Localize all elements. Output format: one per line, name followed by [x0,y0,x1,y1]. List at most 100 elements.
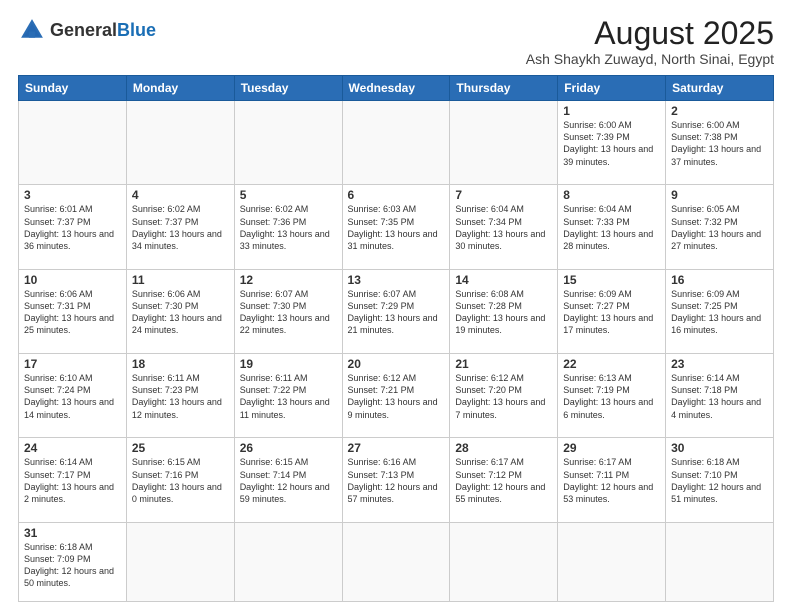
table-row [342,522,450,601]
header: GeneralBlue August 2025 Ash Shaykh Zuway… [18,16,774,67]
logo-blue-word: Blue [117,20,156,40]
table-row: 26Sunrise: 6:15 AM Sunset: 7:14 PM Dayli… [234,438,342,522]
table-row: 25Sunrise: 6:15 AM Sunset: 7:16 PM Dayli… [126,438,234,522]
table-row: 8Sunrise: 6:04 AM Sunset: 7:33 PM Daylig… [558,185,666,269]
day-number: 9 [671,188,768,202]
table-row: 10Sunrise: 6:06 AM Sunset: 7:31 PM Dayli… [19,269,127,353]
day-info: Sunrise: 6:12 AM Sunset: 7:20 PM Dayligh… [455,372,552,421]
day-info: Sunrise: 6:15 AM Sunset: 7:14 PM Dayligh… [240,456,337,505]
table-row: 5Sunrise: 6:02 AM Sunset: 7:36 PM Daylig… [234,185,342,269]
day-number: 6 [348,188,445,202]
table-row: 11Sunrise: 6:06 AM Sunset: 7:30 PM Dayli… [126,269,234,353]
logo-general-blue: GeneralBlue [50,21,156,39]
day-info: Sunrise: 6:12 AM Sunset: 7:21 PM Dayligh… [348,372,445,421]
table-row: 30Sunrise: 6:18 AM Sunset: 7:10 PM Dayli… [666,438,774,522]
day-number: 20 [348,357,445,371]
table-row [666,522,774,601]
table-row [19,101,127,185]
day-info: Sunrise: 6:06 AM Sunset: 7:31 PM Dayligh… [24,288,121,337]
table-row: 9Sunrise: 6:05 AM Sunset: 7:32 PM Daylig… [666,185,774,269]
day-info: Sunrise: 6:17 AM Sunset: 7:12 PM Dayligh… [455,456,552,505]
day-number: 18 [132,357,229,371]
day-info: Sunrise: 6:08 AM Sunset: 7:28 PM Dayligh… [455,288,552,337]
table-row: 16Sunrise: 6:09 AM Sunset: 7:25 PM Dayli… [666,269,774,353]
day-number: 31 [24,526,121,540]
table-row [234,101,342,185]
col-thursday: Thursday [450,76,558,101]
calendar-header-row: Sunday Monday Tuesday Wednesday Thursday… [19,76,774,101]
day-number: 7 [455,188,552,202]
day-number: 15 [563,273,660,287]
table-row: 22Sunrise: 6:13 AM Sunset: 7:19 PM Dayli… [558,354,666,438]
day-number: 17 [24,357,121,371]
day-info: Sunrise: 6:14 AM Sunset: 7:18 PM Dayligh… [671,372,768,421]
table-row [126,522,234,601]
day-info: Sunrise: 6:03 AM Sunset: 7:35 PM Dayligh… [348,203,445,252]
day-number: 3 [24,188,121,202]
day-number: 28 [455,441,552,455]
day-number: 1 [563,104,660,118]
day-info: Sunrise: 6:07 AM Sunset: 7:30 PM Dayligh… [240,288,337,337]
table-row: 29Sunrise: 6:17 AM Sunset: 7:11 PM Dayli… [558,438,666,522]
day-info: Sunrise: 6:09 AM Sunset: 7:25 PM Dayligh… [671,288,768,337]
table-row: 19Sunrise: 6:11 AM Sunset: 7:22 PM Dayli… [234,354,342,438]
calendar-table: Sunday Monday Tuesday Wednesday Thursday… [18,75,774,602]
col-friday: Friday [558,76,666,101]
day-info: Sunrise: 6:16 AM Sunset: 7:13 PM Dayligh… [348,456,445,505]
day-number: 4 [132,188,229,202]
page: GeneralBlue August 2025 Ash Shaykh Zuway… [0,0,792,612]
day-number: 5 [240,188,337,202]
table-row [234,522,342,601]
logo: GeneralBlue [18,16,156,44]
col-monday: Monday [126,76,234,101]
table-row: 18Sunrise: 6:11 AM Sunset: 7:23 PM Dayli… [126,354,234,438]
day-info: Sunrise: 6:04 AM Sunset: 7:33 PM Dayligh… [563,203,660,252]
day-number: 13 [348,273,445,287]
table-row: 7Sunrise: 6:04 AM Sunset: 7:34 PM Daylig… [450,185,558,269]
table-row: 1Sunrise: 6:00 AM Sunset: 7:39 PM Daylig… [558,101,666,185]
table-row: 4Sunrise: 6:02 AM Sunset: 7:37 PM Daylig… [126,185,234,269]
day-number: 22 [563,357,660,371]
table-row: 15Sunrise: 6:09 AM Sunset: 7:27 PM Dayli… [558,269,666,353]
table-row [558,522,666,601]
col-wednesday: Wednesday [342,76,450,101]
table-row: 28Sunrise: 6:17 AM Sunset: 7:12 PM Dayli… [450,438,558,522]
day-info: Sunrise: 6:11 AM Sunset: 7:22 PM Dayligh… [240,372,337,421]
day-number: 25 [132,441,229,455]
day-number: 23 [671,357,768,371]
table-row [342,101,450,185]
day-info: Sunrise: 6:06 AM Sunset: 7:30 PM Dayligh… [132,288,229,337]
day-info: Sunrise: 6:00 AM Sunset: 7:39 PM Dayligh… [563,119,660,168]
table-row: 17Sunrise: 6:10 AM Sunset: 7:24 PM Dayli… [19,354,127,438]
col-tuesday: Tuesday [234,76,342,101]
table-row: 13Sunrise: 6:07 AM Sunset: 7:29 PM Dayli… [342,269,450,353]
day-info: Sunrise: 6:04 AM Sunset: 7:34 PM Dayligh… [455,203,552,252]
table-row: 24Sunrise: 6:14 AM Sunset: 7:17 PM Dayli… [19,438,127,522]
table-row: 2Sunrise: 6:00 AM Sunset: 7:38 PM Daylig… [666,101,774,185]
logo-general-word: General [50,20,117,40]
day-info: Sunrise: 6:11 AM Sunset: 7:23 PM Dayligh… [132,372,229,421]
day-info: Sunrise: 6:14 AM Sunset: 7:17 PM Dayligh… [24,456,121,505]
table-row: 20Sunrise: 6:12 AM Sunset: 7:21 PM Dayli… [342,354,450,438]
day-info: Sunrise: 6:18 AM Sunset: 7:09 PM Dayligh… [24,541,121,590]
calendar-title: August 2025 [526,16,774,51]
logo-text: GeneralBlue [50,21,156,39]
day-number: 30 [671,441,768,455]
table-row: 27Sunrise: 6:16 AM Sunset: 7:13 PM Dayli… [342,438,450,522]
day-number: 29 [563,441,660,455]
table-row [450,101,558,185]
day-info: Sunrise: 6:00 AM Sunset: 7:38 PM Dayligh… [671,119,768,168]
day-info: Sunrise: 6:07 AM Sunset: 7:29 PM Dayligh… [348,288,445,337]
day-number: 16 [671,273,768,287]
day-number: 8 [563,188,660,202]
day-info: Sunrise: 6:15 AM Sunset: 7:16 PM Dayligh… [132,456,229,505]
day-number: 19 [240,357,337,371]
table-row [450,522,558,601]
logo-icon [18,16,46,44]
day-info: Sunrise: 6:02 AM Sunset: 7:36 PM Dayligh… [240,203,337,252]
day-number: 27 [348,441,445,455]
day-number: 26 [240,441,337,455]
day-info: Sunrise: 6:09 AM Sunset: 7:27 PM Dayligh… [563,288,660,337]
day-number: 21 [455,357,552,371]
day-number: 2 [671,104,768,118]
